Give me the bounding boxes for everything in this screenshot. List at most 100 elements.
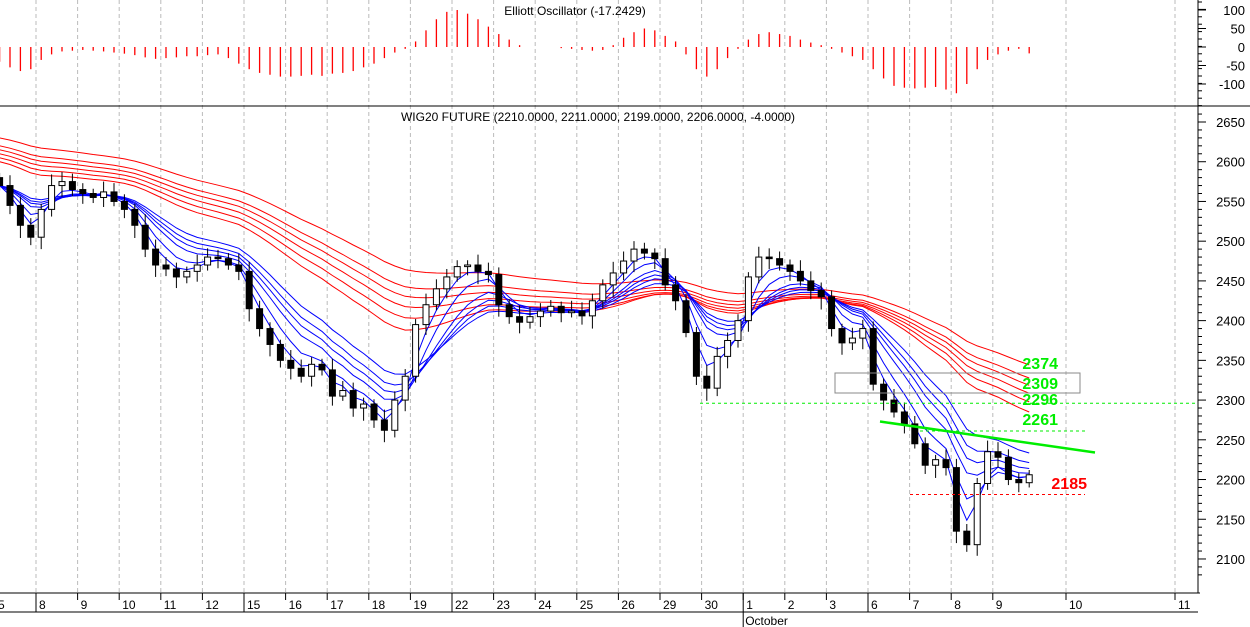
candle-body <box>6 185 14 206</box>
candle-body <box>266 328 274 345</box>
candle-body <box>869 328 877 385</box>
level-label-2309: 2309 <box>1022 376 1058 393</box>
candle-body <box>900 411 908 425</box>
candle-body <box>682 300 690 334</box>
candle-body <box>692 332 700 377</box>
candle-body <box>256 308 264 330</box>
x-tick-label: 1 <box>746 598 753 612</box>
x-tick-label: 9 <box>996 598 1003 612</box>
candle-body <box>193 264 201 272</box>
price-tick-label: 2350 <box>1216 353 1245 368</box>
candle-body <box>609 272 617 286</box>
x-tick-label: 3 <box>829 598 836 612</box>
level-label-2374: 2374 <box>1022 356 1058 373</box>
candle-body <box>235 264 243 272</box>
candle-body <box>100 191 108 198</box>
candle-body <box>505 304 513 318</box>
price-tick-label: 2150 <box>1216 512 1245 527</box>
candle-body <box>308 363 316 377</box>
x-tick-label: 22 <box>455 598 469 612</box>
price-tick-label: 2600 <box>1216 155 1245 170</box>
candle-body <box>58 181 66 187</box>
osc-tick-label: 100 <box>1223 3 1245 18</box>
price-tick-label: 2650 <box>1216 115 1245 130</box>
candle-body <box>68 181 76 191</box>
price-tick-label: 2550 <box>1216 194 1245 209</box>
oscillator-title: Elliott Oscillator (-17.2429) <box>504 4 645 18</box>
moving-average-line <box>0 185 1030 454</box>
x-tick-label: 19 <box>413 598 427 612</box>
x-tick-label: 5 <box>0 598 5 612</box>
price-tick-label: 2500 <box>1216 234 1245 249</box>
candle-body <box>339 390 347 397</box>
candle-body <box>672 284 680 302</box>
x-tick-label: 30 <box>705 598 719 612</box>
level-label-2261: 2261 <box>1022 412 1058 429</box>
candle-body <box>495 274 503 306</box>
osc-tick-label: -100 <box>1219 77 1245 92</box>
candle-body <box>370 403 378 421</box>
candle-body <box>963 530 971 546</box>
x-tick-label: 2 <box>788 598 795 612</box>
candle-body <box>828 296 836 330</box>
candle-body <box>776 258 784 266</box>
candle-body <box>578 310 586 317</box>
candle-body <box>360 403 368 409</box>
osc-tick-label: -50 <box>1226 59 1245 74</box>
candle-body <box>1015 479 1023 484</box>
candle-body <box>318 363 326 371</box>
candle-body <box>973 482 981 546</box>
candle-body <box>204 256 212 266</box>
candle-body <box>536 310 544 318</box>
candle-body <box>1025 474 1033 484</box>
candle-body <box>848 337 856 344</box>
candle-body <box>557 305 565 314</box>
x-tick-label: 10 <box>122 598 136 612</box>
candle-body <box>432 288 440 306</box>
candle-body <box>162 264 170 270</box>
candle-body <box>474 264 482 272</box>
candle-body <box>224 258 232 266</box>
candle-body <box>89 193 97 198</box>
candle-body <box>547 305 555 312</box>
candle-body <box>661 258 669 286</box>
candle-body <box>276 343 284 361</box>
level-label-2296: 2296 <box>1022 392 1058 409</box>
x-tick-label: 24 <box>538 598 552 612</box>
candle-body <box>620 260 628 274</box>
candle-body <box>703 375 711 389</box>
x-tick-label: 29 <box>663 598 677 612</box>
candle-body <box>453 266 461 278</box>
candle-body <box>391 399 399 431</box>
moving-average-line <box>0 185 1030 469</box>
candle-body <box>287 359 295 369</box>
candle-body <box>443 276 451 290</box>
candle-body <box>16 204 24 226</box>
candle-body <box>131 208 139 226</box>
candle-body <box>599 284 607 302</box>
x-tick-label: 17 <box>330 598 344 612</box>
x-tick-label: 8 <box>39 598 46 612</box>
x-tick-label: 23 <box>497 598 511 612</box>
candle-body <box>817 289 825 298</box>
price-tick-label: 2200 <box>1216 473 1245 488</box>
candle-body <box>588 300 596 317</box>
candle-body <box>183 270 191 278</box>
moving-average-line <box>0 185 1030 464</box>
candle-body <box>713 355 721 389</box>
osc-tick-label: 50 <box>1231 22 1245 37</box>
candle-body <box>27 224 35 238</box>
x-tick-label: 12 <box>205 598 219 612</box>
x-tick-label: 6 <box>871 598 878 612</box>
candle-body <box>994 451 1002 458</box>
candle-body <box>942 459 950 469</box>
candle-body <box>120 200 128 210</box>
candle-body <box>640 248 648 254</box>
candle-body <box>744 276 752 322</box>
x-tick-label: 7 <box>913 598 920 612</box>
candle-body <box>630 248 638 262</box>
candle-body <box>0 177 4 187</box>
candle-body <box>724 339 732 357</box>
candle-body <box>807 280 815 291</box>
oscillator-panel <box>0 10 1030 94</box>
